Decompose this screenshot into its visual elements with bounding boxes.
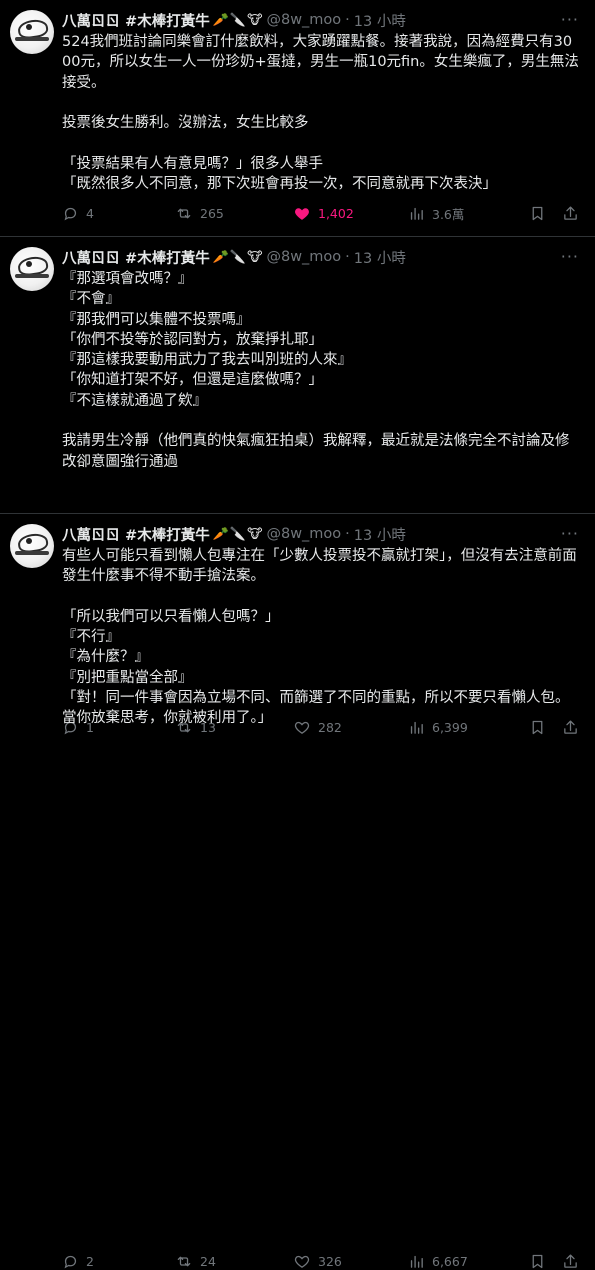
author-name[interactable]: 八萬ㄖㄖ #木棒打黃牛 <box>62 524 210 545</box>
knife-icon: 🔪 <box>229 526 247 542</box>
like-button[interactable]: 326 <box>293 1253 408 1270</box>
more-options-icon[interactable]: ··· <box>561 524 579 543</box>
views-button[interactable]: 6,667 <box>408 1253 525 1270</box>
reply-icon <box>64 207 77 221</box>
knife-icon: 🔪 <box>229 12 247 28</box>
carrot-icon: 🥕 <box>212 12 229 28</box>
avatar[interactable] <box>10 524 54 568</box>
timestamp[interactable]: 13 小時 <box>354 10 406 31</box>
author-handle[interactable]: @8w_moo <box>266 12 341 28</box>
like-count: 1,402 <box>318 206 354 221</box>
tweet-text: 有些人可能只看到懶人包專注在「少數人投票投不贏就打架」，但沒有去注意前面發生什麼… <box>62 548 577 727</box>
tweet-text: 524我們班討論同樂會訂什麼飲料，大家踴躍點餐。接著我說，因為經費只有3000元… <box>62 34 579 193</box>
knife-icon: 🔪 <box>229 249 247 265</box>
views-button[interactable]: 3.6萬 <box>408 204 525 223</box>
cow-icon: 🐮 <box>247 526 263 542</box>
share-icon[interactable] <box>562 205 579 222</box>
repost-count: 24 <box>200 1254 216 1269</box>
tweet[interactable]: 八萬ㄖㄖ #木棒打黃牛 🥕 🔪 🐮 @8w_moo · 13 小時 ··· 『那選項… <box>0 237 595 735</box>
avatar[interactable] <box>10 247 54 291</box>
bookmark-icon[interactable] <box>529 205 546 222</box>
cow-icon: 🐮 <box>247 12 263 28</box>
tweet[interactable]: 八萬ㄖㄖ #木棒打黃牛 🥕 🔪 🐮 @8w_moo · 13 小時 ··· 524我… <box>0 0 595 237</box>
views-icon <box>410 1255 423 1268</box>
separator-dot: · <box>345 526 350 542</box>
views-icon <box>410 207 423 220</box>
separator-dot: · <box>345 249 350 265</box>
reply-count: 2 <box>86 1254 94 1269</box>
cow-icon: 🐮 <box>247 249 263 265</box>
separator-dot: · <box>345 12 350 28</box>
repost-button[interactable]: 265 <box>175 205 293 222</box>
more-options-icon[interactable]: ··· <box>561 247 579 266</box>
avatar[interactable] <box>10 10 54 54</box>
bookmark-icon[interactable] <box>529 1253 546 1270</box>
repost-count: 265 <box>200 206 224 221</box>
tweet[interactable]: 八萬ㄖㄖ #木棒打黃牛 🥕 🔪 🐮 @8w_moo · 13 小時 ··· 有些人可… <box>0 514 595 1269</box>
view-count: 3.6萬 <box>432 207 465 222</box>
reply-button[interactable]: 4 <box>62 205 175 222</box>
action-bar: 2 24 326 6,667 <box>62 1253 579 1270</box>
heart-icon <box>295 208 309 220</box>
heart-icon <box>294 1255 310 1268</box>
author-name[interactable]: 八萬ㄖㄖ #木棒打黃牛 <box>62 10 210 31</box>
view-count: 6,667 <box>432 1254 468 1269</box>
like-button[interactable]: 1,402 <box>293 205 408 222</box>
repost-button[interactable]: 24 <box>175 1253 293 1270</box>
timestamp[interactable]: 13 小時 <box>354 247 406 268</box>
timestamp[interactable]: 13 小時 <box>354 524 406 545</box>
like-count: 326 <box>318 1254 342 1269</box>
reply-icon <box>64 1255 77 1269</box>
reply-button[interactable]: 2 <box>62 1253 175 1270</box>
share-icon[interactable] <box>562 1253 579 1270</box>
author-handle[interactable]: @8w_moo <box>266 249 341 265</box>
author-name[interactable]: 八萬ㄖㄖ #木棒打黃牛 <box>62 247 210 268</box>
author-handle[interactable]: @8w_moo <box>266 526 341 542</box>
action-bar: 4 265 1,402 3.6萬 <box>62 204 579 223</box>
repost-icon <box>177 1256 191 1267</box>
carrot-icon: 🥕 <box>212 249 229 265</box>
carrot-icon: 🥕 <box>212 526 229 542</box>
repost-icon <box>177 208 191 219</box>
more-options-icon[interactable]: ··· <box>561 10 579 29</box>
tweet-text: 『那選項會改嗎？』 『不會』 『那我們可以集體不投票嗎』 「你們不投等於認同對方… <box>62 271 570 470</box>
reply-count: 4 <box>86 206 94 221</box>
